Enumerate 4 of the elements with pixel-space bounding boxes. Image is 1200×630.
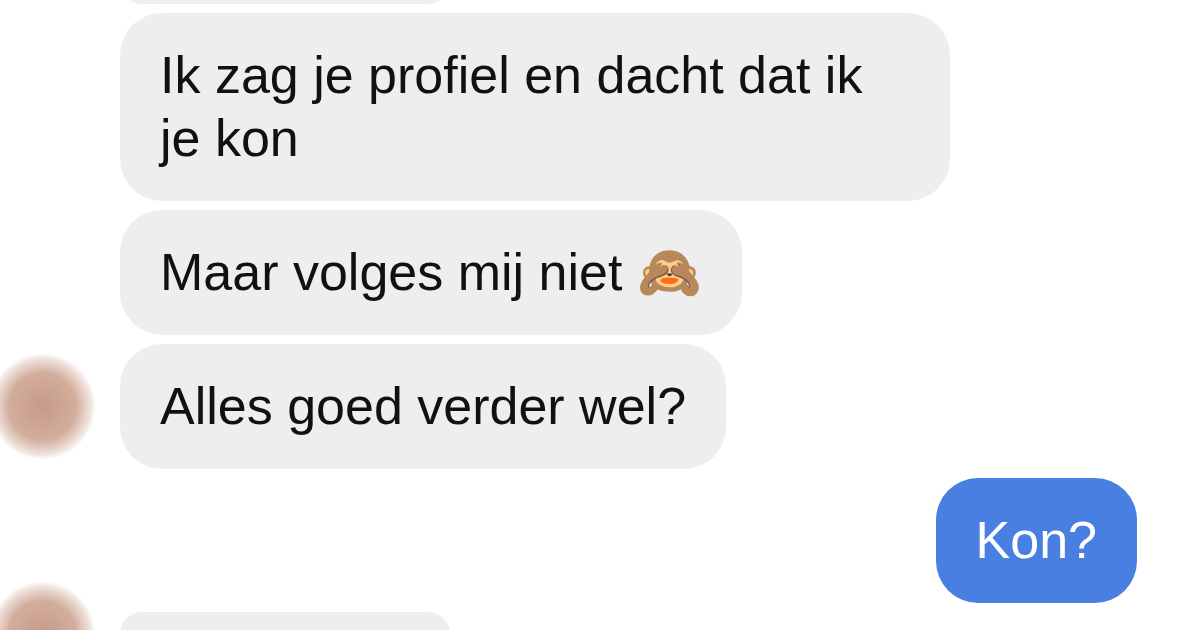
received-message: Maar volges mij niet 🙈 bbox=[120, 210, 742, 335]
received-message: Ik zag je profiel en dacht dat ik je kon bbox=[120, 13, 950, 201]
sent-message: Kon? bbox=[935, 478, 1137, 603]
received-message: Alles goed verder wel? bbox=[120, 344, 727, 469]
